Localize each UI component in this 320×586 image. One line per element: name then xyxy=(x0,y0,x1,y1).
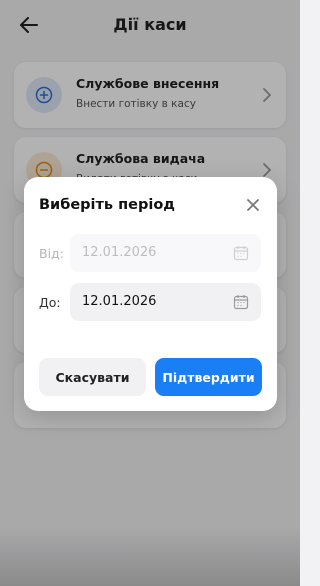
from-date-value: 12.01.2026 xyxy=(82,245,157,260)
confirm-button[interactable]: Підтвердити xyxy=(155,358,262,396)
cash-actions-screen: Дії каси Службове внесення Внести готівк… xyxy=(0,0,300,586)
bottom-shadow xyxy=(0,526,300,586)
close-button[interactable] xyxy=(243,195,263,215)
dialog-title: Виберіть період xyxy=(39,197,176,213)
close-icon xyxy=(247,199,259,211)
from-date-field: 12.01.2026 xyxy=(70,234,261,272)
calendar-icon xyxy=(233,246,249,261)
period-dialog: Виберіть період Від: 12.01.2026 До: 12.0… xyxy=(24,177,277,411)
calendar-icon xyxy=(233,295,249,310)
from-label: Від: xyxy=(39,246,64,261)
cancel-button[interactable]: Скасувати xyxy=(39,358,146,396)
to-date-value: 12.01.2026 xyxy=(82,294,157,309)
to-label: До: xyxy=(39,295,61,310)
to-date-field[interactable]: 12.01.2026 xyxy=(70,283,261,321)
